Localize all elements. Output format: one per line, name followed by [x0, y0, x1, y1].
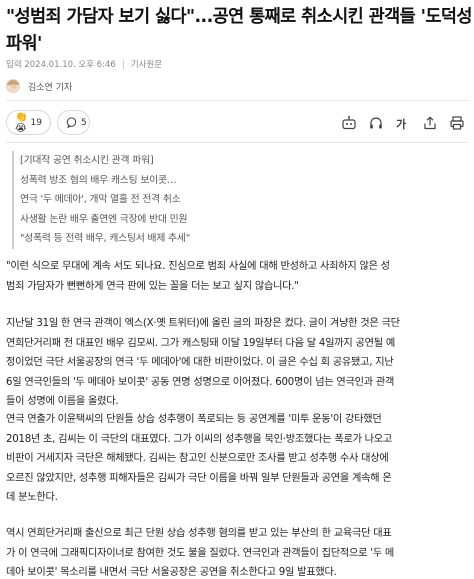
article-tools: 가	[331, 115, 466, 131]
article-action-bar: 👏😭 19 5 가	[6, 110, 468, 136]
published-date: 입력 2024.01.10. 오후 6:46	[6, 60, 116, 70]
paragraph-line: 연희단거리패 전 대표인 배우 김모씨. 그가 캐스팅돼 이달 19일부터 다음…	[6, 337, 395, 349]
reporter-avatar	[6, 79, 20, 93]
paragraph-line: 연극 연출가 이윤택씨의 단원들 상습 성추행이 폭로되는 등 공연계를 '미투…	[6, 414, 382, 425]
subhead-line: 성폭력 방조 혐의 배우 캐스팅 보이콧…	[20, 174, 177, 186]
subhead-line: 연극 '두 메데아', 개막 열흘 전 전격 취소	[20, 194, 181, 206]
listen-audio-icon[interactable]	[367, 115, 385, 131]
reporter-byline[interactable]: 김소연 기자	[6, 78, 72, 94]
article-paragraph: "이런 식으로 무대에 계속 서도 되나요. 진심으로 범죄 사실에 대해 반성…	[6, 257, 468, 296]
article-subheads: [기대작 공연 취소시킨 관객 파워] 성폭력 방조 혐의 배우 캐스팅 보이콧…	[12, 151, 312, 249]
paragraph-line: 데 분노한다.	[6, 492, 58, 504]
svg-text:가: 가	[396, 117, 406, 131]
article-paragraph: 연극 연출가 이윤택씨의 단원들 상습 성추행이 폭로되는 등 공연계를 '미투…	[6, 410, 468, 508]
reaction-count: 19	[30, 117, 42, 128]
paragraph-line: 가 이 연극에 그래픽디자이너로 참여한 것도 불을 질렀다. 연극인과 관객들…	[6, 547, 395, 559]
paragraph-line: 오르진 않았지만, 성추행 피해자들은 김씨가 극단 이름을 바꿔 일부 단원들…	[6, 472, 392, 484]
paragraph-line: 정이었던 극단 서울공장의 연극 '두 메데아'에 대한 비판이었다. 이 글은…	[6, 357, 394, 369]
article-paragraph: 역시 연희단거리패 출신으로 최근 단원 상습 성추행 혐의를 받고 있는 부산…	[6, 524, 468, 579]
reporter-name: 김소연 기자	[28, 82, 73, 93]
paragraph-line: 범죄 가담자가 뻔뻔하게 연극 판에 있는 꼴을 더는 보고 싶지 않습니다."	[6, 280, 299, 292]
comment-button[interactable]: 5	[57, 110, 90, 135]
paragraph-line: 비판이 거세지자 극단은 해체됐다. 김씨는 참고인 신분으로만 조사를 받고 …	[6, 453, 389, 465]
paragraph-line: 6일 연극인들의 '두 메데아 보이콧' 공동 연명 성명으로 이어졌다. 60…	[6, 376, 395, 388]
original-article-link[interactable]: 기사원문	[131, 58, 162, 70]
paragraph-line: "이런 식으로 무대에 계속 서도 되나요. 진심으로 범죄 사실에 대해 반성…	[6, 261, 390, 272]
comment-icon	[66, 117, 77, 128]
paragraph-line: 2018년 초, 김씨는 이 극단의 대표였다. 그가 이씨의 성추행을 묵인·…	[6, 433, 393, 445]
article-paragraph: 지난달 31일 한 연극 관객이 엑스(X·옛 트위터)에 올린 글의 파장은 …	[6, 314, 468, 412]
paragraph-line: 데아 보이콧' 목소리를 내면서 극단 서울공장은 공연을 취소한다고 9일 발…	[6, 567, 337, 579]
reaction-button[interactable]: 👏😭 19	[6, 110, 51, 135]
subhead-line: [기대작 공연 취소시킨 관객 파워]	[20, 155, 154, 166]
print-icon[interactable]	[448, 115, 466, 131]
article-meta: 입력 2024.01.10. 오후 6:46 기사원문	[6, 57, 162, 71]
article-headline: "성범죄 가담자 보기 싫다"...공연 통째로 취소시킨 관객들 '도덕성 파…	[6, 7, 472, 54]
summary-bot-icon[interactable]	[340, 115, 358, 131]
divider-bottom	[6, 142, 468, 143]
paragraph-line: 지난달 31일 한 연극 관객이 엑스(X·옛 트위터)에 올린 글의 파장은 …	[6, 318, 400, 329]
subhead-line: 사생활 논란 배우 출연엔 극장에 반대 민원	[20, 213, 188, 225]
font-size-icon[interactable]: 가	[394, 115, 412, 131]
reaction-emoji-icon: 👏😭	[15, 111, 27, 134]
meta-divider	[122, 59, 124, 69]
divider-top	[6, 100, 468, 101]
comment-count: 5	[81, 117, 87, 128]
paragraph-line: 역시 연희단거리패 출신으로 최근 단원 상습 성추행 혐의를 받고 있는 부산…	[6, 528, 392, 539]
subhead-line: "성폭력 등 전력 배우, 캐스팅서 배제 추세"	[20, 233, 191, 245]
share-icon[interactable]	[421, 115, 439, 131]
